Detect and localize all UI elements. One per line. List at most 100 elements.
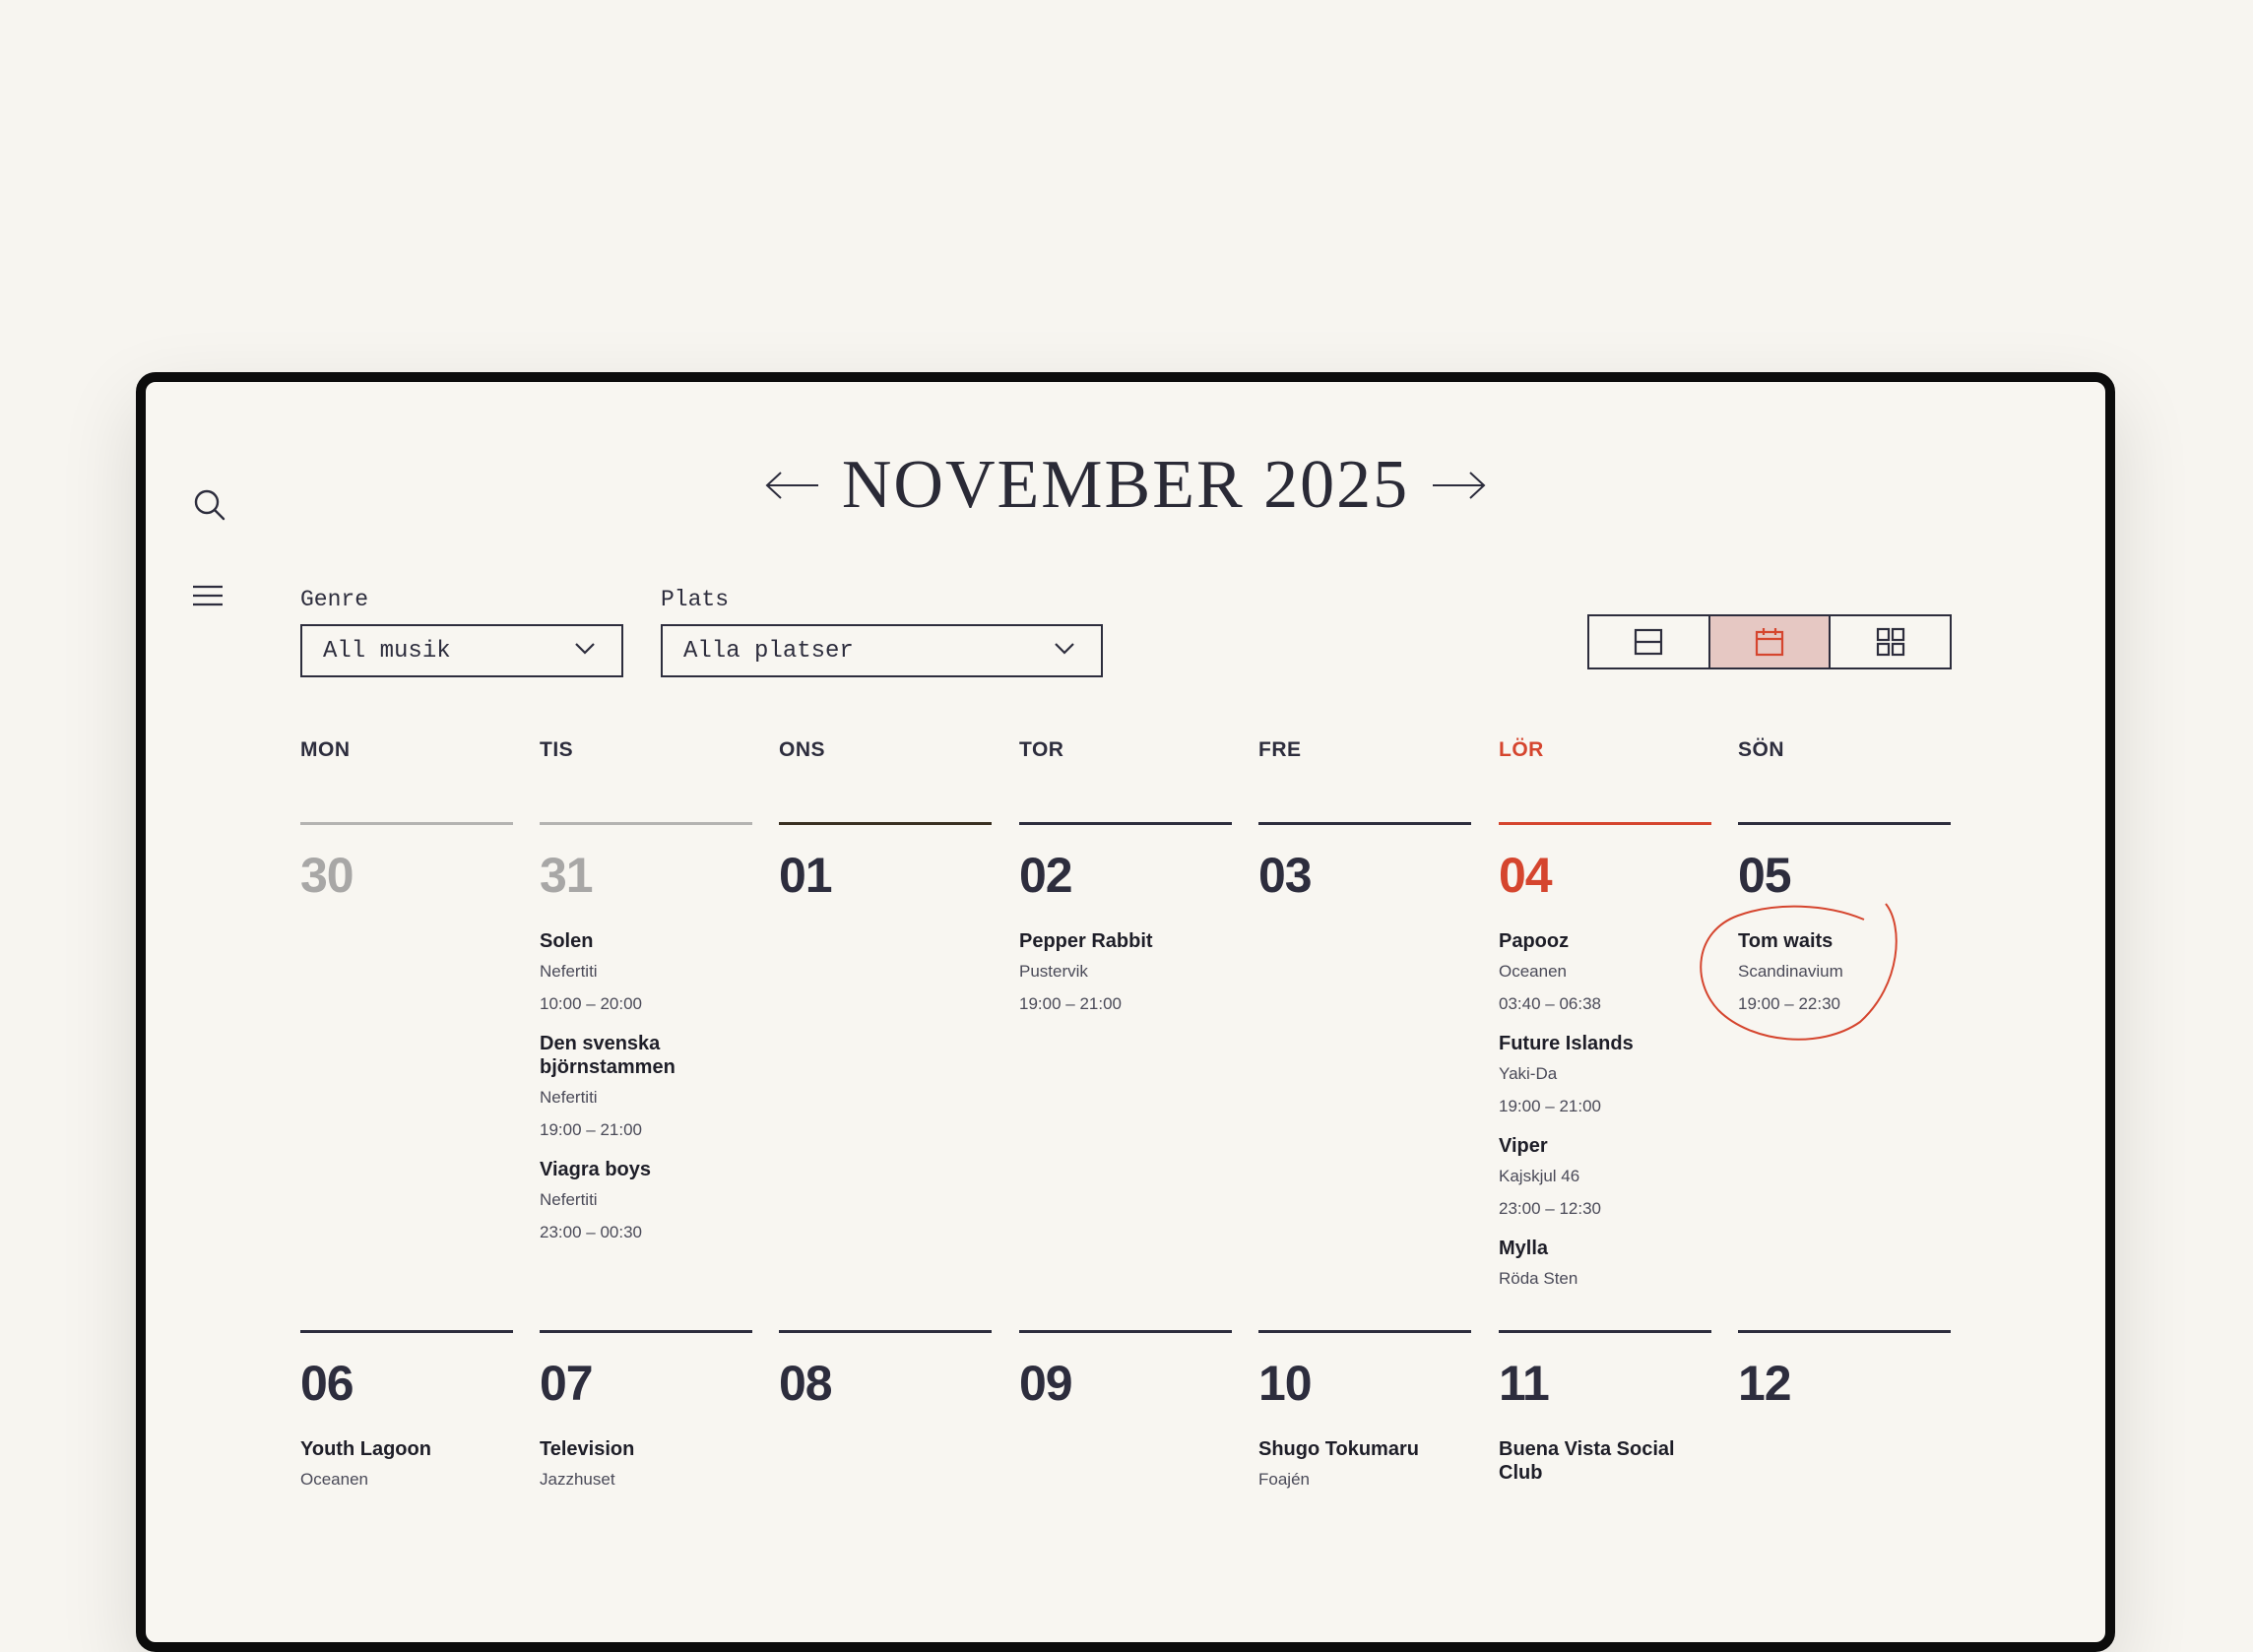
- event-name: Viagra boys: [540, 1159, 652, 1180]
- event-venue: Yaki-Da: [1499, 1064, 1558, 1083]
- day-number: 30: [300, 848, 354, 903]
- event-time: 23:00 – 00:30: [540, 1223, 642, 1241]
- event-name: Shugo Tokumaru: [1258, 1438, 1419, 1460]
- day-cell[interactable]: 04 Papooz Oceanen 03:40 – 06:38 Future Islan…: [1499, 822, 1711, 1306]
- event-list: Solen Nefertiti 10:00 – 20:00 Den svenska b…: [540, 929, 752, 1242]
- event-venue: Röda Sten: [1499, 1269, 1578, 1288]
- weekday-header: MON: [300, 738, 351, 761]
- day-cell[interactable]: 09: [1019, 1330, 1232, 1437]
- day-cell[interactable]: 02 Pepper Rabbit Pustervik 19:00 – 21:00: [1019, 822, 1232, 1032]
- day-cell[interactable]: 30: [300, 822, 513, 929]
- event-name: Solen: [540, 930, 594, 952]
- event-name: Future Islands: [1499, 1033, 1634, 1054]
- day-cell[interactable]: 10 Shugo Tokumaru Foajén: [1258, 1330, 1471, 1507]
- event-item[interactable]: Viagra boys Nefertiti 23:00 – 00:30: [540, 1158, 752, 1242]
- day-number: 04: [1499, 848, 1553, 903]
- place-select[interactable]: Alla platser: [661, 624, 1103, 677]
- chevron-down-icon: [1055, 643, 1074, 655]
- event-list: Papooz Oceanen 03:40 – 06:38 Future Islands…: [1499, 929, 1711, 1289]
- list-view-button[interactable]: [1589, 616, 1708, 667]
- event-time: 23:00 – 12:30: [1499, 1199, 1601, 1218]
- weekday-header: FRE: [1258, 738, 1302, 761]
- weekday-header: SÖN: [1738, 738, 1785, 761]
- day-number: 02: [1019, 848, 1073, 903]
- menu-icon[interactable]: [193, 585, 223, 606]
- day-cell[interactable]: 12: [1738, 1330, 1951, 1437]
- day-cell[interactable]: 31 Solen Nefertiti 10:00 – 20:00 Den svenska…: [540, 822, 752, 1260]
- day-cell[interactable]: 05 Tom waits Scandinavium 19:00 – 22:30: [1738, 822, 1951, 1032]
- prev-month-arrow-icon[interactable]: [763, 469, 820, 502]
- next-month-arrow-icon[interactable]: [1431, 469, 1488, 502]
- day-cell[interactable]: 08: [779, 1330, 992, 1437]
- genre-label: Genre: [300, 587, 369, 612]
- day-divider: [1499, 822, 1711, 825]
- day-number: 09: [1019, 1356, 1073, 1411]
- event-venue: Nefertiti: [540, 1088, 598, 1107]
- day-number: 12: [1738, 1356, 1792, 1411]
- event-list: Youth Lagoon Oceanen: [300, 1437, 513, 1490]
- event-item[interactable]: Shugo Tokumaru Foajén: [1258, 1437, 1471, 1490]
- day-number: 10: [1258, 1356, 1313, 1411]
- weekday-header: LÖR: [1499, 738, 1544, 761]
- event-name: Den svenska björnstammen: [540, 1033, 676, 1078]
- day-number: 03: [1258, 848, 1313, 903]
- event-venue: Oceanen: [1499, 962, 1567, 981]
- day-divider: [1738, 822, 1951, 825]
- genre-select[interactable]: All musik: [300, 624, 623, 677]
- month-navigation: NOVEMBER 2025: [146, 441, 2105, 530]
- event-venue: Scandinavium: [1738, 962, 1843, 981]
- event-item[interactable]: Den svenska björnstammen Nefertiti 19:00 –…: [540, 1032, 752, 1140]
- event-name: Viper: [1499, 1135, 1548, 1157]
- event-item[interactable]: Papooz Oceanen 03:40 – 06:38: [1499, 929, 1711, 1014]
- event-list: Tom waits Scandinavium 19:00 – 22:30: [1738, 929, 1951, 1014]
- month-title: NOVEMBER 2025: [841, 447, 1410, 523]
- weekday-header: TIS: [540, 738, 574, 761]
- day-divider: [1499, 1330, 1711, 1333]
- view-toggle: [1587, 614, 1952, 669]
- day-number: 05: [1738, 848, 1792, 903]
- grid-view-button[interactable]: [1829, 616, 1950, 667]
- event-name: Tom waits: [1738, 930, 1834, 952]
- event-name: Pepper Rabbit: [1019, 930, 1153, 952]
- event-venue: Nefertiti: [540, 1190, 598, 1209]
- day-cell[interactable]: 03: [1258, 822, 1471, 929]
- chevron-down-icon: [575, 643, 595, 655]
- event-item[interactable]: Solen Nefertiti 10:00 – 20:00: [540, 929, 752, 1014]
- genre-select-value: All musik: [323, 637, 451, 665]
- day-divider: [300, 822, 513, 825]
- day-divider: [1258, 1330, 1471, 1333]
- event-list: Shugo Tokumaru Foajén: [1258, 1437, 1471, 1490]
- event-item[interactable]: Pepper Rabbit Pustervik 19:00 – 21:00: [1019, 929, 1232, 1014]
- place-select-value: Alla platser: [683, 637, 854, 665]
- event-list: Buena Vista Social Club: [1499, 1437, 1711, 1485]
- weekday-header: ONS: [779, 738, 826, 761]
- day-cell[interactable]: 06 Youth Lagoon Oceanen: [300, 1330, 513, 1507]
- event-venue: Pustervik: [1019, 962, 1088, 981]
- event-item[interactable]: Mylla Röda Sten: [1499, 1237, 1711, 1289]
- event-item[interactable]: Tom waits Scandinavium 19:00 – 22:30: [1738, 929, 1951, 1014]
- event-time: 19:00 – 21:00: [1019, 994, 1122, 1013]
- event-venue: Oceanen: [300, 1470, 368, 1489]
- calendar-view-button[interactable]: [1707, 616, 1830, 667]
- calendar-icon: [1755, 628, 1784, 657]
- day-cell[interactable]: 07 Television Jazzhuset: [540, 1330, 752, 1507]
- day-number: 11: [1499, 1356, 1550, 1411]
- place-label: Plats: [661, 587, 730, 612]
- event-time: 19:00 – 21:00: [1499, 1097, 1601, 1115]
- day-cell[interactable]: 11 Buena Vista Social Club: [1499, 1330, 1711, 1502]
- weekday-header: TOR: [1019, 738, 1064, 761]
- event-name: Television: [540, 1438, 635, 1460]
- day-cell[interactable]: 01: [779, 822, 992, 929]
- event-item[interactable]: Television Jazzhuset: [540, 1437, 752, 1490]
- event-name: Buena Vista Social Club: [1499, 1438, 1675, 1484]
- event-name: Mylla: [1499, 1238, 1549, 1259]
- event-item[interactable]: Future Islands Yaki-Da 19:00 – 21:00: [1499, 1032, 1711, 1116]
- event-time: 03:40 – 06:38: [1499, 994, 1601, 1013]
- day-divider: [779, 822, 992, 825]
- day-divider: [540, 1330, 752, 1333]
- list-view-icon: [1635, 628, 1663, 656]
- event-item[interactable]: Buena Vista Social Club: [1499, 1437, 1711, 1485]
- event-item[interactable]: Viper Kajskjul 46 23:00 – 12:30: [1499, 1134, 1711, 1219]
- event-item[interactable]: Youth Lagoon Oceanen: [300, 1437, 513, 1490]
- event-list: Television Jazzhuset: [540, 1437, 752, 1490]
